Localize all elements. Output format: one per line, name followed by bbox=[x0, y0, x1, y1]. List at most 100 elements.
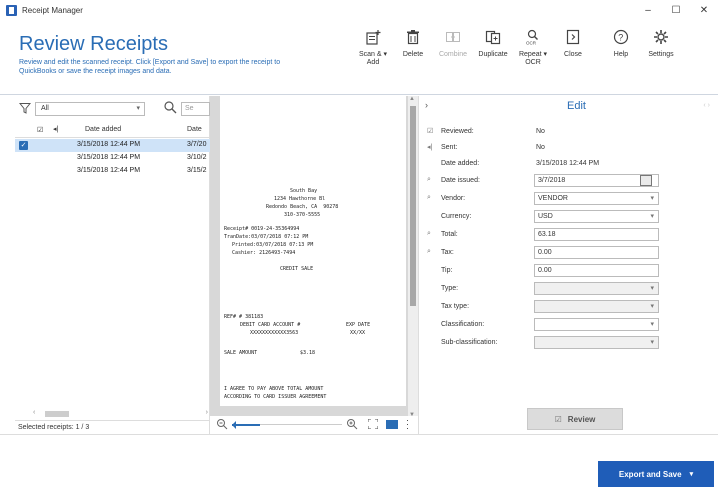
field-label: Tip: bbox=[441, 267, 453, 274]
combine-icon bbox=[445, 29, 461, 45]
filter-icon[interactable] bbox=[18, 102, 32, 114]
settings-label: Settings bbox=[648, 51, 674, 58]
date-issued-cell: 3/15/2 bbox=[187, 167, 207, 174]
svg-text:?: ? bbox=[618, 33, 623, 43]
scroll-up-icon[interactable]: ▲ bbox=[409, 96, 415, 102]
receipt-line: South Bay bbox=[290, 188, 318, 194]
field-label: Currency: bbox=[441, 213, 472, 220]
chevron-down-icon: ▾ bbox=[650, 321, 654, 328]
app-icon bbox=[6, 5, 17, 16]
close-doc-label: Close bbox=[564, 51, 582, 58]
zoom-out-icon[interactable] bbox=[216, 418, 228, 430]
record-nav-icon[interactable]: ‹ › bbox=[703, 102, 710, 109]
scan-add-label: Scan & ▾ Add bbox=[358, 51, 388, 66]
chevron-down-icon: ▾ bbox=[689, 471, 694, 478]
settings-button[interactable]: Settings bbox=[641, 29, 681, 67]
tax-input[interactable]: 0.00 bbox=[534, 246, 659, 259]
scroll-right-icon[interactable]: › bbox=[206, 409, 208, 416]
chevron-down-icon: ▾ bbox=[650, 195, 654, 202]
field-label: Vendor: bbox=[441, 195, 466, 202]
column-sent[interactable]: ◂| bbox=[53, 125, 58, 133]
field-date-added: Date added: 3/15/2018 12:44 PM bbox=[419, 156, 718, 173]
chevron-down-icon: ▾ bbox=[650, 339, 654, 346]
reviewed-checkbox[interactable]: ✓ bbox=[19, 141, 28, 150]
field-tax-type: Tax type: ▾ bbox=[419, 299, 718, 316]
selected-count: Selected receipts: 1 / 3 bbox=[15, 420, 210, 434]
search-icon[interactable] bbox=[163, 100, 177, 114]
scrollbar-thumb[interactable] bbox=[410, 106, 416, 306]
duplicate-icon bbox=[485, 29, 501, 45]
close-window-button[interactable]: ✕ bbox=[690, 0, 718, 21]
table-row[interactable]: 3/15/2018 12:44 PM 3/15/2 bbox=[15, 165, 210, 178]
fit-page-icon[interactable] bbox=[367, 418, 379, 430]
tax-type-select[interactable]: ▾ bbox=[534, 300, 659, 313]
svg-text:OCR: OCR bbox=[526, 41, 537, 46]
window-title: Receipt Manager bbox=[22, 6, 83, 15]
ocr-field-icon: ⌕ bbox=[427, 230, 431, 237]
reviewed-icon: ☑ bbox=[554, 414, 562, 424]
delete-label: Delete bbox=[402, 51, 424, 58]
ribbon: Review Receipts Review and edit the scan… bbox=[0, 21, 718, 95]
field-label: Date added: bbox=[441, 160, 480, 167]
duplicate-label: Duplicate bbox=[478, 51, 508, 58]
receipt-line: CREDIT SALE bbox=[280, 266, 314, 272]
fit-width-icon[interactable] bbox=[386, 420, 398, 429]
currency-select[interactable]: USD ▾ bbox=[534, 210, 659, 223]
help-button[interactable]: ? Help bbox=[601, 29, 641, 67]
close-doc-button[interactable]: Close bbox=[553, 29, 593, 67]
search-input[interactable]: Se bbox=[181, 102, 210, 116]
ocr-field-icon: ⌕ bbox=[427, 248, 431, 255]
receipt-line: EXP DATE bbox=[346, 322, 371, 328]
receipt-image: South Bay 1234 Hawthorne Bl Redondo Beac… bbox=[220, 96, 406, 406]
input-value: 63.18 bbox=[538, 231, 556, 238]
tip-input[interactable]: 0.00 bbox=[534, 264, 659, 277]
calendar-icon[interactable] bbox=[640, 175, 652, 186]
help-label: Help bbox=[613, 51, 629, 58]
filter-value: All bbox=[41, 105, 49, 112]
more-options-icon[interactable]: · · · bbox=[406, 416, 410, 433]
table-row[interactable]: ✓ 3/15/2018 12:44 PM 3/7/20 bbox=[15, 139, 210, 152]
field-label: Total: bbox=[441, 231, 458, 238]
scan-add-button[interactable]: Scan & ▾ Add bbox=[353, 29, 393, 67]
column-date-added[interactable]: Date added bbox=[85, 126, 121, 133]
review-button[interactable]: ☑ Review bbox=[527, 408, 623, 430]
receipt-line: Printed:03/07/2018 07:13 PM bbox=[232, 242, 314, 248]
horizontal-scrollbar[interactable]: ‹ › bbox=[33, 409, 210, 419]
help-icon: ? bbox=[613, 29, 629, 45]
scrollbar-thumb[interactable] bbox=[45, 411, 69, 417]
vertical-scrollbar[interactable]: ▲ ▼ bbox=[408, 96, 418, 418]
collapse-panel-icon[interactable]: › bbox=[425, 100, 428, 110]
receipt-line: SALE AMOUNT bbox=[224, 350, 258, 356]
field-date-issued: ⌕ Date issued: 3/7/2018 bbox=[419, 173, 718, 190]
field-type: Type: ▾ bbox=[419, 281, 718, 298]
export-and-save-button[interactable]: Export and Save ▾ bbox=[598, 461, 714, 487]
type-select[interactable]: ▾ bbox=[534, 282, 659, 295]
receipt-line: I AGREE TO PAY ABOVE TOTAL AMOUNT bbox=[224, 386, 324, 392]
sub-classification-select[interactable]: ▾ bbox=[534, 336, 659, 349]
zoom-slider-handle[interactable] bbox=[232, 421, 260, 429]
maximize-button[interactable]: ☐ bbox=[662, 0, 690, 21]
column-reviewed[interactable]: ☑ bbox=[37, 126, 43, 134]
classification-select[interactable]: ▾ bbox=[534, 318, 659, 331]
combine-button[interactable]: Combine bbox=[433, 29, 473, 67]
duplicate-button[interactable]: Duplicate bbox=[473, 29, 513, 67]
receipt-line: REF# # 381183 bbox=[224, 314, 264, 320]
field-reviewed: ☑ Reviewed: No bbox=[419, 124, 718, 141]
repeat-ocr-button[interactable]: OCR Repeat ▾ OCR bbox=[513, 29, 553, 67]
ocr-icon: OCR bbox=[525, 29, 541, 45]
zoom-in-icon[interactable] bbox=[346, 418, 358, 430]
page-title: Review Receipts bbox=[19, 33, 168, 55]
vendor-select[interactable]: VENDOR ▾ bbox=[534, 192, 659, 205]
column-date-issued[interactable]: Date bbox=[187, 126, 202, 133]
total-input[interactable]: 63.18 bbox=[534, 228, 659, 241]
table-row[interactable]: 3/15/2018 12:44 PM 3/10/2 bbox=[15, 152, 210, 165]
export-button-label: Export and Save bbox=[618, 469, 682, 479]
receipt-line: TranDate:03/07/2018 07:12 PM bbox=[224, 234, 309, 240]
scroll-left-icon[interactable]: ‹ bbox=[33, 409, 35, 416]
filter-dropdown[interactable]: All ▾ bbox=[35, 102, 145, 116]
field-value: 3/15/2018 12:44 PM bbox=[536, 160, 600, 167]
minimize-button[interactable]: – bbox=[634, 0, 662, 21]
date-added-cell: 3/15/2018 12:44 PM bbox=[77, 141, 141, 148]
scan-add-icon bbox=[365, 29, 381, 45]
delete-button[interactable]: Delete bbox=[393, 29, 433, 67]
